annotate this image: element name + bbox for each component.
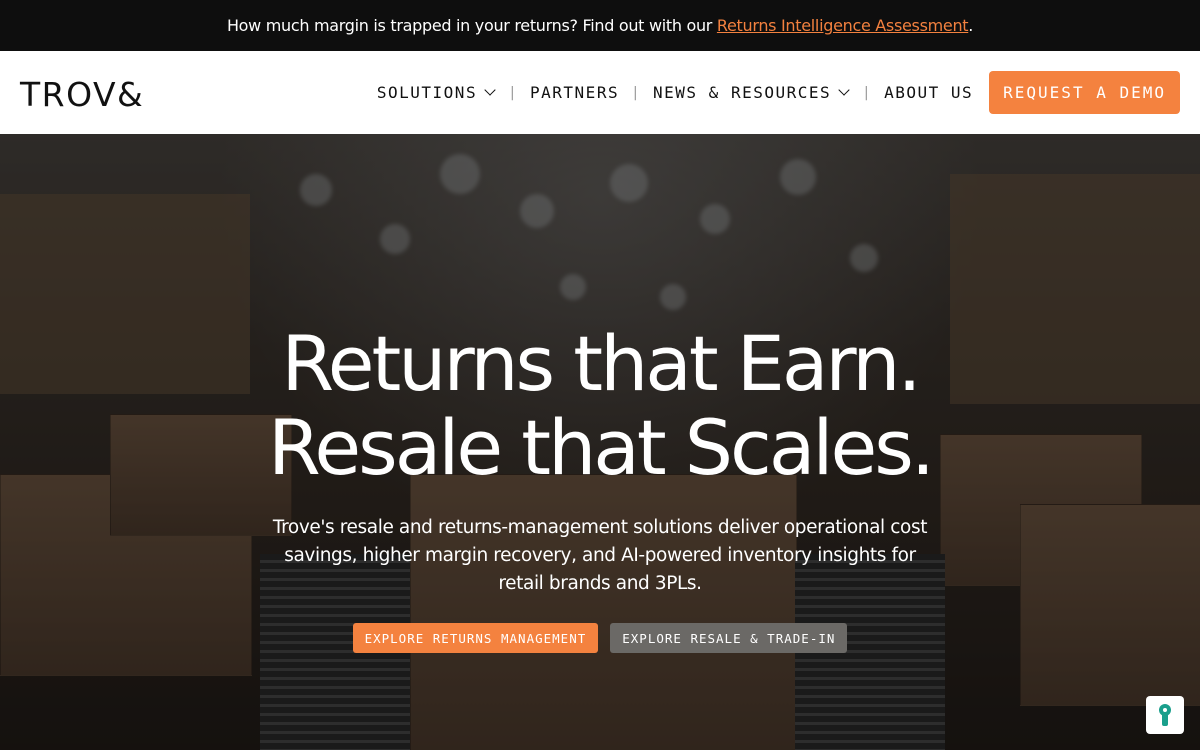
- nav-divider: |: [862, 84, 873, 101]
- nav-item-label: NEWS & RESOURCES: [653, 83, 832, 102]
- explore-resale-trade-in-button[interactable]: EXPLORE RESALE & TRADE-IN: [610, 623, 848, 653]
- chevron-down-icon: [838, 84, 850, 96]
- nav-item-solutions[interactable]: SOLUTIONS: [377, 83, 496, 102]
- trove-logo[interactable]: TROV&: [20, 75, 144, 114]
- announcement-suffix: .: [968, 16, 974, 35]
- hero-cta-row: EXPLORE RETURNS MANAGEMENT EXPLORE RESAL…: [0, 623, 1200, 653]
- nav-item-about-us[interactable]: ABOUT US: [884, 83, 973, 102]
- request-demo-button[interactable]: REQUEST A DEMO: [989, 71, 1180, 114]
- returns-assessment-link[interactable]: Returns Intelligence Assessment: [717, 16, 969, 35]
- keyhole-icon: [1159, 704, 1171, 726]
- announcement-bar: How much margin is trapped in your retur…: [0, 0, 1200, 51]
- hero-subtext: Trove's resale and returns-management so…: [272, 517, 928, 594]
- nav-divider: |: [508, 84, 519, 101]
- headline-line-2: Resale that Scales.: [267, 403, 935, 492]
- hero-section: Returns that Earn. Resale that Scales. T…: [0, 134, 1200, 750]
- headline-line-1: Returns that Earn.: [281, 319, 921, 408]
- privacy-widget-button[interactable]: [1146, 696, 1184, 734]
- main-nav: SOLUTIONS | PARTNERS | NEWS & RESOURCES …: [377, 71, 1180, 114]
- site-header: TROV& SOLUTIONS | PARTNERS | NEWS & RESO…: [0, 51, 1200, 134]
- chevron-down-icon: [484, 84, 496, 96]
- nav-item-partners[interactable]: PARTNERS: [530, 83, 619, 102]
- nav-item-label: ABOUT US: [884, 83, 974, 102]
- explore-returns-management-button[interactable]: EXPLORE RETURNS MANAGEMENT: [352, 623, 599, 653]
- nav-divider: |: [631, 84, 642, 101]
- nav-item-label: PARTNERS: [530, 83, 620, 102]
- nav-item-label: SOLUTIONS: [376, 83, 478, 102]
- hero-headline: Returns that Earn. Resale that Scales.: [0, 322, 1200, 490]
- nav-item-news-resources[interactable]: NEWS & RESOURCES: [653, 83, 850, 102]
- announcement-text: How much margin is trapped in your retur…: [226, 16, 713, 35]
